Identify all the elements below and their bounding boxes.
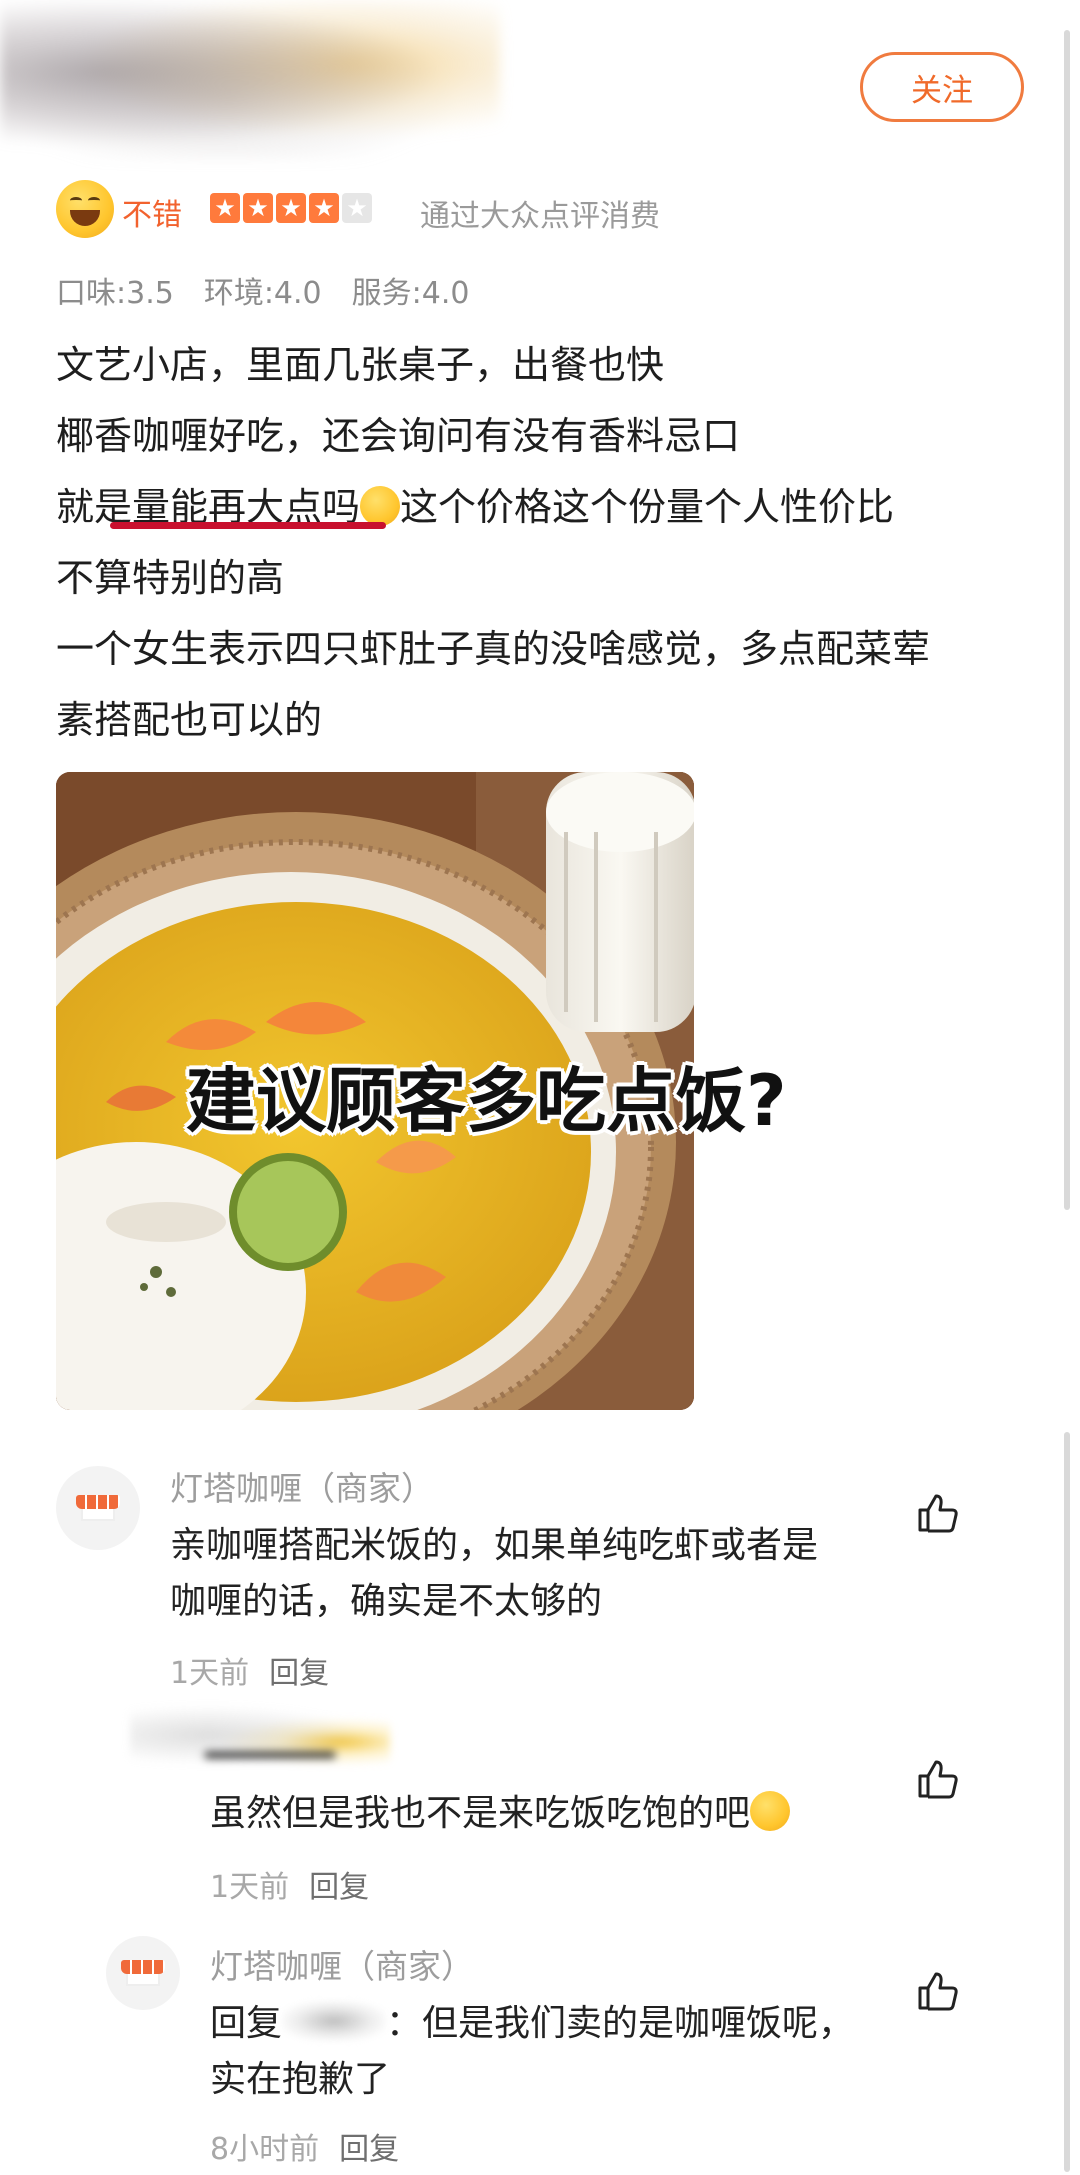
sub-scores: 口味:3.5 环境:4.0 服务:4.0: [56, 268, 469, 312]
rating-label: 不错: [122, 198, 182, 233]
thumbs-up-icon[interactable]: [914, 1754, 962, 1802]
reply-prefix: 回复: [210, 2003, 283, 2044]
follow-button[interactable]: 关注: [860, 52, 1024, 122]
comment-text-line: 咖喱的话，确实是不太够的: [170, 1581, 603, 1622]
scrollbar[interactable]: [1064, 30, 1070, 1210]
review-body: 文艺小店，里面几张桌子，出餐也快 椰香咖喱好吃，还会询问有没有香料忌口 就是量能…: [56, 330, 1026, 756]
comment-text-line: 亲咖喱搭配米饭的，如果单纯吃虾或者是: [170, 1525, 819, 1566]
comment-text: 亲咖喱搭配米饭的，如果单纯吃虾或者是 咖喱的话，确实是不太够的: [170, 1518, 990, 1630]
score-service: 服务:4.0: [351, 276, 470, 311]
star-rating: ★ ★ ★ ★ ★: [210, 193, 372, 223]
blurred-user-info[interactable]: [0, 0, 500, 160]
comment-text-line: 虽然但是我也不是来吃饭吃饱的吧: [210, 1793, 751, 1834]
comment-text: 回复 ：但是我们卖的是咖喱饭呢， 实在抱歉了: [210, 1996, 990, 2108]
comment-meta: 1天前 回复: [170, 1648, 329, 1692]
star-icon: ★: [309, 193, 339, 223]
photo-overlay-text: 建议顾客多吃点饭?: [186, 1060, 787, 1142]
comment-text: ：但是我们卖的是咖喱饭呢，: [386, 2003, 855, 2044]
consumption-source: 通过大众点评消费: [420, 199, 660, 234]
comment-time: 8小时前: [210, 2132, 320, 2167]
review-line: 素搭配也可以的: [56, 698, 323, 742]
comment-time: 1天前: [170, 1656, 250, 1691]
reply-button[interactable]: 回复: [269, 1648, 329, 1692]
loudly-crying-face-icon: [750, 1791, 791, 1831]
reply-button[interactable]: 回复: [309, 1862, 369, 1906]
masked-username: [282, 2001, 387, 2041]
comment-text: 虽然但是我也不是来吃饭吃饱的吧: [210, 1786, 970, 1842]
thumbs-up-icon[interactable]: [914, 1966, 962, 2014]
comment-meta: 1天前 回复: [210, 1862, 369, 1906]
comment-meta: 8小时前 回复: [210, 2124, 399, 2168]
merchant-avatar[interactable]: [106, 1936, 180, 2010]
review-line: 椰香咖喱好吃，还会询问有没有香料忌口: [56, 414, 741, 458]
star-icon: ★: [243, 193, 273, 223]
score-taste: 口味:3.5: [56, 276, 174, 311]
comment-author[interactable]: 灯塔咖喱（商家）: [170, 1462, 434, 1510]
reply-button[interactable]: 回复: [339, 2124, 399, 2168]
grinning-face-icon: [56, 180, 114, 238]
comment-text-line: 实在抱歉了: [210, 2059, 391, 2100]
shop-awning-icon: [121, 1960, 165, 1986]
review-line: 不算特别的高: [56, 556, 285, 600]
shop-awning-icon: [76, 1495, 120, 1521]
review-text: 这个价格这个份量个人性价比: [400, 485, 895, 529]
star-icon: ★: [210, 193, 240, 223]
red-underline-annotation: [110, 522, 386, 529]
comment-time: 1天前: [210, 1870, 290, 1905]
score-environment: 环境:4.0: [203, 276, 322, 311]
comment-author[interactable]: 灯塔咖喱（商家）: [210, 1940, 474, 1988]
loudly-crying-face-icon: [360, 486, 401, 526]
comment-text-line: 回复 ：但是我们卖的是咖喱饭呢，: [210, 1996, 990, 2052]
star-empty-icon: ★: [342, 193, 372, 223]
review-line: 就是量能再大点吗 这个价格这个份量个人性价比: [56, 472, 1026, 543]
thumbs-up-icon[interactable]: [914, 1488, 962, 1536]
blurred-commenter[interactable]: [130, 1700, 390, 1770]
review-line: 文艺小店，里面几张桌子，出餐也快: [56, 343, 665, 387]
review-line: 一个女生表示四只虾肚子真的没啥感觉，多点配菜荤: [56, 627, 931, 671]
star-icon: ★: [276, 193, 306, 223]
scrollbar[interactable]: [1064, 1432, 1070, 2172]
merchant-avatar[interactable]: [56, 1466, 140, 1550]
